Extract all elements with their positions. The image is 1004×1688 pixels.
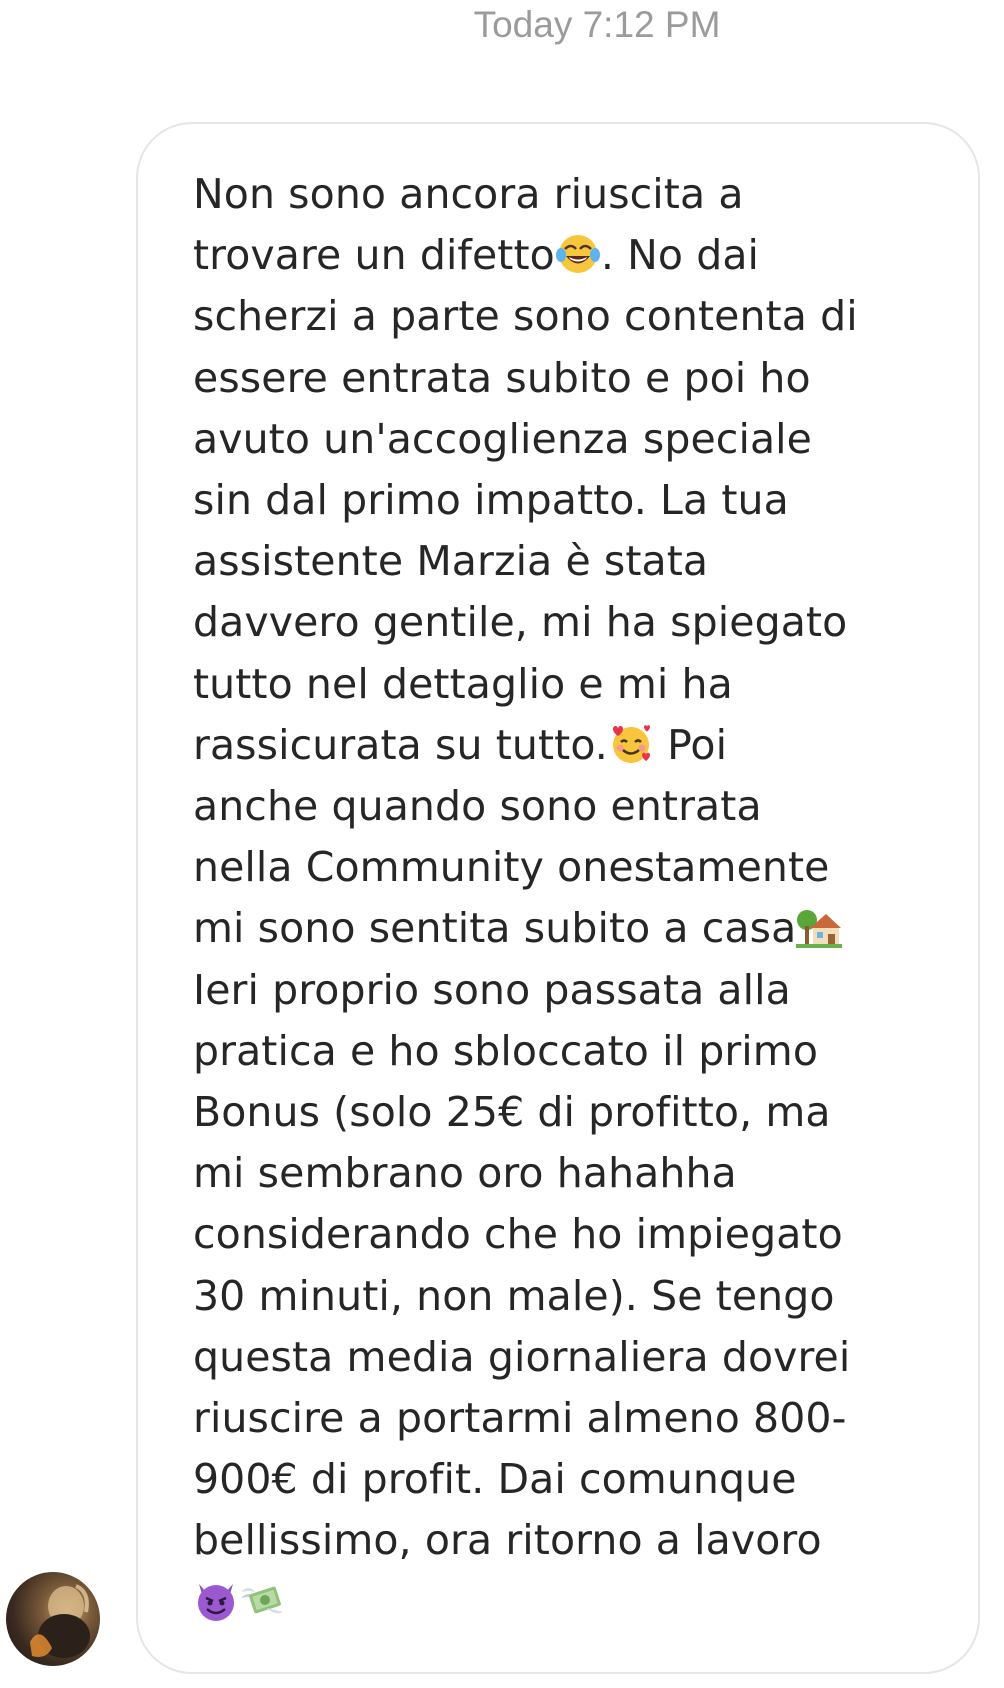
money-with-wings-icon xyxy=(239,1578,285,1624)
message-timestamp: Today 7:12 PM xyxy=(473,4,721,45)
message-text: Non sono ancora riuscita a trovare un di… xyxy=(193,164,928,1633)
sender-avatar[interactable] xyxy=(6,1572,100,1666)
house-with-garden-icon xyxy=(796,904,843,950)
face-with-tears-of-joy-icon xyxy=(555,231,601,277)
smiling-face-with-hearts-icon xyxy=(608,721,654,767)
message-bubble[interactable]: Non sono ancora riuscita a trovare un di… xyxy=(136,122,980,1674)
smiling-face-with-horns-icon xyxy=(193,1578,239,1624)
